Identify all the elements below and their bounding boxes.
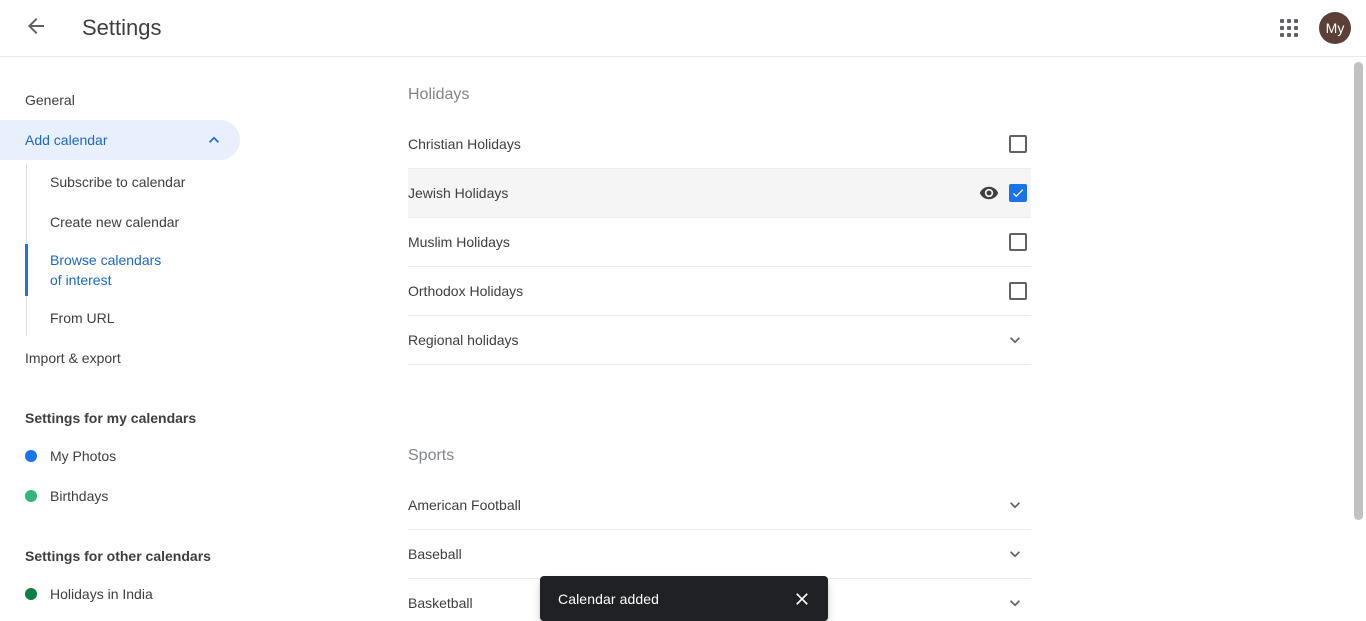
sidebar-item-label: Import & export <box>25 350 121 366</box>
table-row[interactable]: Regional holidays <box>408 316 1031 365</box>
table-row[interactable]: Muslim Holidays <box>408 218 1031 267</box>
row-label: Baseball <box>408 546 462 562</box>
sidebar-calendar-my-photos[interactable]: My Photos <box>0 436 240 476</box>
jewish-holidays-checkbox[interactable] <box>1009 184 1027 202</box>
row-label: Jewish Holidays <box>408 185 509 201</box>
arrow-back-icon <box>24 14 48 43</box>
sidebar-subitem-label: Create new calendar <box>50 214 180 230</box>
avatar[interactable]: My <box>1319 12 1351 44</box>
sidebar-item-label: Add calendar <box>25 132 108 148</box>
sidebar-item-import-export[interactable]: Import & export <box>0 338 240 378</box>
orthodox-holidays-checkbox[interactable] <box>1009 282 1027 300</box>
sidebar-subnav: Subscribe to calendar Create new calenda… <box>0 162 400 338</box>
body-wrapper: General Add calendar Subscribe to calend… <box>0 58 1366 621</box>
sidebar-calendar-birthdays[interactable]: Birthdays <box>0 476 240 516</box>
calendar-name: My Photos <box>50 448 117 464</box>
row-label: Basketball <box>408 595 473 611</box>
sidebar-subitem-label: Browse calendars of interest <box>50 252 162 288</box>
row-label: Muslim Holidays <box>408 234 510 250</box>
close-icon[interactable] <box>790 587 814 611</box>
table-row[interactable]: American Football <box>408 481 1031 530</box>
back-button[interactable] <box>16 8 56 48</box>
apps-grid-icon <box>1280 19 1298 37</box>
header-actions: My <box>1269 8 1366 48</box>
row-controls <box>1009 233 1031 251</box>
sidebar-item-general[interactable]: General <box>0 80 240 120</box>
calendar-name: Birthdays <box>50 488 109 504</box>
row-controls <box>1003 591 1031 615</box>
holidays-list: Christian Holidays Jewish Holidays Musli… <box>408 120 1031 365</box>
row-controls <box>1009 135 1031 153</box>
settings-main-content: Holidays Christian Holidays Jewish Holid… <box>400 58 1350 621</box>
toast-message: Calendar added <box>558 590 660 607</box>
sidebar-item-browse-calendars-of-interest[interactable]: Browse calendars of interest <box>0 242 190 298</box>
chevron-up-icon <box>204 130 224 150</box>
row-label: Orthodox Holidays <box>408 283 524 299</box>
row-label: American Football <box>408 497 521 513</box>
muslim-holidays-checkbox[interactable] <box>1009 233 1027 251</box>
section-title-holidays: Holidays <box>408 86 470 103</box>
row-controls <box>977 181 1031 205</box>
table-row[interactable]: Christian Holidays <box>408 120 1031 169</box>
chevron-down-icon[interactable] <box>1003 328 1027 352</box>
sidebar-item-from-url[interactable]: From URL <box>0 298 240 338</box>
page-scrollbar-track[interactable] <box>1351 58 1366 621</box>
row-label: Regional holidays <box>408 332 519 348</box>
calendar-color-dot <box>25 490 37 502</box>
sidebar-heading-other-calendars: Settings for other calendars <box>25 548 211 564</box>
settings-sidebar: General Add calendar Subscribe to calend… <box>0 58 400 621</box>
sidebar-heading-my-calendars: Settings for my calendars <box>25 410 197 426</box>
sidebar-subitem-label: Subscribe to calendar <box>50 174 186 190</box>
chevron-down-icon[interactable] <box>1003 493 1027 517</box>
calendar-name: Holidays in India <box>50 586 153 602</box>
table-row[interactable]: Orthodox Holidays <box>408 267 1031 316</box>
chevron-down-icon[interactable] <box>1003 542 1027 566</box>
row-controls <box>1003 328 1031 352</box>
sidebar-subitem-label: From URL <box>50 310 115 326</box>
sidebar-calendar-holidays-in-india[interactable]: Holidays in India <box>0 574 240 614</box>
app-header: Settings My <box>0 0 1366 57</box>
sidebar-item-add-calendar[interactable]: Add calendar <box>0 120 240 160</box>
calendar-color-dot <box>25 588 37 600</box>
sidebar-item-subscribe-to-calendar[interactable]: Subscribe to calendar <box>0 162 240 202</box>
table-row[interactable]: Baseball <box>408 530 1031 579</box>
sidebar-item-label: General <box>25 92 75 108</box>
page-scrollbar-thumb[interactable] <box>1354 62 1363 520</box>
table-row[interactable]: Jewish Holidays <box>408 169 1031 218</box>
row-controls <box>1003 493 1031 517</box>
row-controls <box>1009 282 1031 300</box>
christian-holidays-checkbox[interactable] <box>1009 135 1027 153</box>
row-label: Christian Holidays <box>408 136 521 152</box>
toast-notification: Calendar added <box>540 576 828 621</box>
page-title: Settings <box>82 15 162 40</box>
eye-icon[interactable] <box>977 181 1001 205</box>
sidebar-item-create-new-calendar[interactable]: Create new calendar <box>0 202 240 242</box>
section-title-sports: Sports <box>408 447 455 464</box>
row-controls <box>1003 542 1031 566</box>
google-apps-button[interactable] <box>1269 8 1309 48</box>
calendar-color-dot <box>25 450 37 462</box>
chevron-down-icon[interactable] <box>1003 591 1027 615</box>
